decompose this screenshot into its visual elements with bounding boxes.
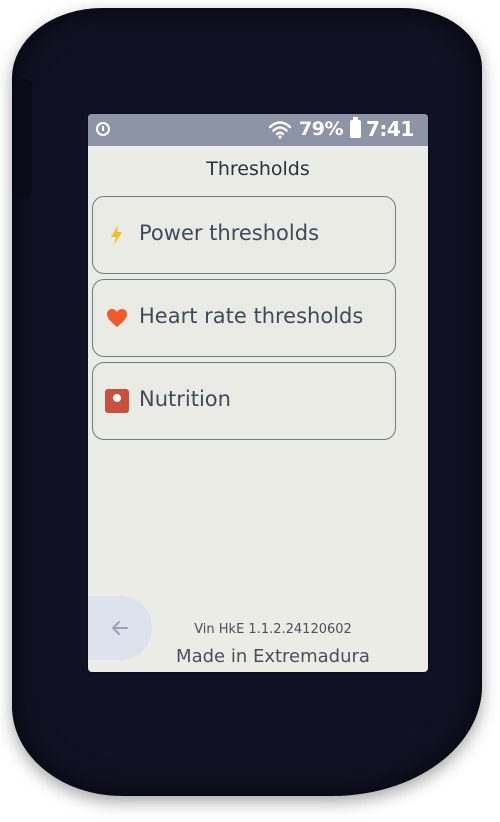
version-text: Vin HkE 1.1.2.24120602 (194, 622, 352, 637)
wifi-icon (268, 121, 292, 139)
battery-percent: 79% (299, 118, 343, 140)
power-thresholds-button[interactable]: Power thresholds (92, 196, 396, 274)
status-bar: 79% 7:41 (88, 114, 428, 146)
nutrition-button[interactable]: Nutrition (92, 362, 396, 440)
nutrition-label: Nutrition (139, 387, 231, 411)
info-circle-icon (96, 122, 110, 136)
device-screen: 79% 7:41 Thresholds Power thresholds Hea… (88, 114, 428, 672)
battery-icon (350, 117, 361, 138)
heart-rate-thresholds-button[interactable]: Heart rate thresholds (92, 279, 396, 357)
heart-rate-thresholds-label: Heart rate thresholds (139, 304, 364, 328)
nutrition-icon (105, 389, 129, 413)
device-body: 79% 7:41 Thresholds Power thresholds Hea… (12, 8, 482, 796)
page-title: Thresholds (206, 158, 310, 180)
power-thresholds-label: Power thresholds (139, 221, 320, 245)
status-time: 7:41 (366, 117, 414, 141)
made-in-text: Made in Extremadura (176, 646, 370, 667)
lightning-bolt-icon (111, 225, 122, 245)
heart-icon (107, 309, 127, 327)
